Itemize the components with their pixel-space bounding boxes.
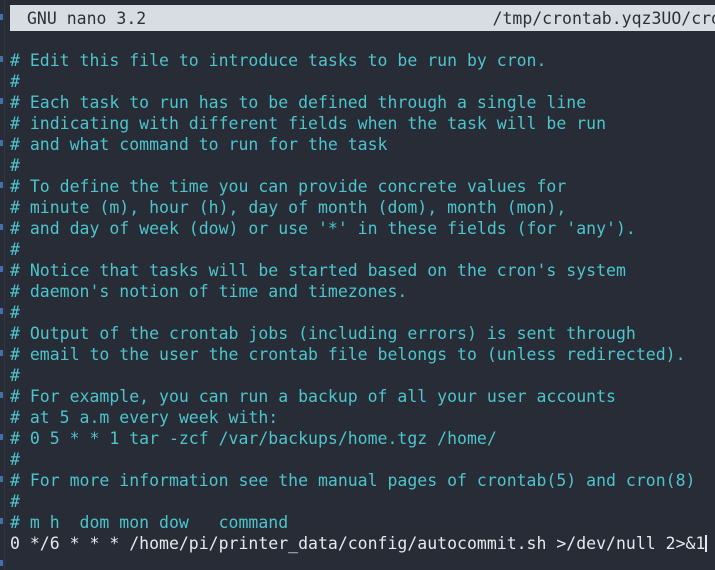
editor-text-buffer[interactable]: # Edit this file to introduce tasks to b… xyxy=(10,50,715,570)
editor-line-text: # and day of week (dow) or use '*' in th… xyxy=(10,219,636,238)
editor-line-comment[interactable]: # xyxy=(10,155,715,176)
editor-line-comment[interactable]: # For example, you can run a backup of a… xyxy=(10,386,715,407)
editor-line-text: # To define the time you can provide con… xyxy=(10,177,567,196)
editor-line-text: # Edit this file to introduce tasks to b… xyxy=(10,51,547,70)
editor-line-text: # xyxy=(10,450,20,469)
text-cursor xyxy=(705,535,708,552)
editor-line-comment[interactable]: # xyxy=(10,491,715,512)
editor-line-comment[interactable]: # Notice that tasks will be started base… xyxy=(10,260,715,281)
nano-version-label: GNU nano 3.2 xyxy=(27,8,147,28)
editor-line-comment[interactable]: # 0 5 * * 1 tar -zcf /var/backups/home.t… xyxy=(10,428,715,449)
editor-line-text: # For example, you can run a backup of a… xyxy=(10,387,616,406)
editor-line-comment[interactable]: # minute (m), hour (h), day of month (do… xyxy=(10,197,715,218)
editor-line-comment[interactable]: # email to the user the crontab file bel… xyxy=(10,344,715,365)
editor-line-comment[interactable]: # and day of week (dow) or use '*' in th… xyxy=(10,218,715,239)
editor-line-text: # xyxy=(10,156,20,175)
editor-line-comment[interactable]: # Output of the crontab jobs (including … xyxy=(10,323,715,344)
editor-line-text: # daemon's notion of time and timezones. xyxy=(10,282,408,301)
editor-line-comment[interactable]: # xyxy=(10,449,715,470)
editor-line-text: # xyxy=(10,72,20,91)
editor-line-text: # Output of the crontab jobs (including … xyxy=(10,324,636,343)
editor-line-text: # Each task to run has to be defined thr… xyxy=(10,93,587,112)
editor-line-comment[interactable]: # xyxy=(10,71,715,92)
editor-line-text: # xyxy=(10,303,20,322)
editor-line-text: # m h dom mon dow command xyxy=(10,513,289,532)
left-edge-rule xyxy=(4,0,5,570)
editor-line-text: # and what command to run for the task xyxy=(10,135,388,154)
editor-line-comment[interactable]: # and what command to run for the task xyxy=(10,134,715,155)
nano-terminal-window: GNU nano 3.2 /tmp/crontab.yqz3UO/cro # E… xyxy=(0,0,715,570)
editor-line-comment[interactable]: # Each task to run has to be defined thr… xyxy=(10,92,715,113)
editor-line-text: # xyxy=(10,240,20,259)
open-file-path-label: /tmp/crontab.yqz3UO/cro xyxy=(492,8,715,28)
editor-line-comment[interactable]: # For more information see the manual pa… xyxy=(10,470,715,491)
editor-line-text: # xyxy=(10,366,20,385)
nano-title-bar: GNU nano 3.2 /tmp/crontab.yqz3UO/cro xyxy=(10,5,715,31)
editor-line-comment[interactable]: # Edit this file to introduce tasks to b… xyxy=(10,50,715,71)
left-edge-indicator xyxy=(0,0,3,570)
editor-line-text: # minute (m), hour (h), day of month (do… xyxy=(10,198,567,217)
editor-line-comment[interactable]: # at 5 a.m every week with: xyxy=(10,407,715,428)
editor-line-comment[interactable]: # xyxy=(10,239,715,260)
editor-line-text: # email to the user the crontab file bel… xyxy=(10,345,686,364)
editor-line-text: 0 */6 * * * /home/pi/printer_data/config… xyxy=(10,534,706,553)
editor-line-comment[interactable]: # To define the time you can provide con… xyxy=(10,176,715,197)
editor-line-command[interactable]: 0 */6 * * * /home/pi/printer_data/config… xyxy=(10,533,715,554)
editor-line-text: # For more information see the manual pa… xyxy=(10,471,696,490)
editor-line-text: # Notice that tasks will be started base… xyxy=(10,261,626,280)
editor-line-comment[interactable]: # m h dom mon dow command xyxy=(10,512,715,533)
editor-line-text: # xyxy=(10,492,20,511)
editor-line-text: # at 5 a.m every week with: xyxy=(10,408,279,427)
editor-line-text: # indicating with different fields when … xyxy=(10,114,607,133)
editor-line-comment[interactable]: # xyxy=(10,302,715,323)
editor-line-comment[interactable]: # daemon's notion of time and timezones. xyxy=(10,281,715,302)
editor-line-text: # 0 5 * * 1 tar -zcf /var/backups/home.t… xyxy=(10,429,497,448)
editor-line-comment[interactable]: # xyxy=(10,365,715,386)
editor-line-comment[interactable]: # indicating with different fields when … xyxy=(10,113,715,134)
